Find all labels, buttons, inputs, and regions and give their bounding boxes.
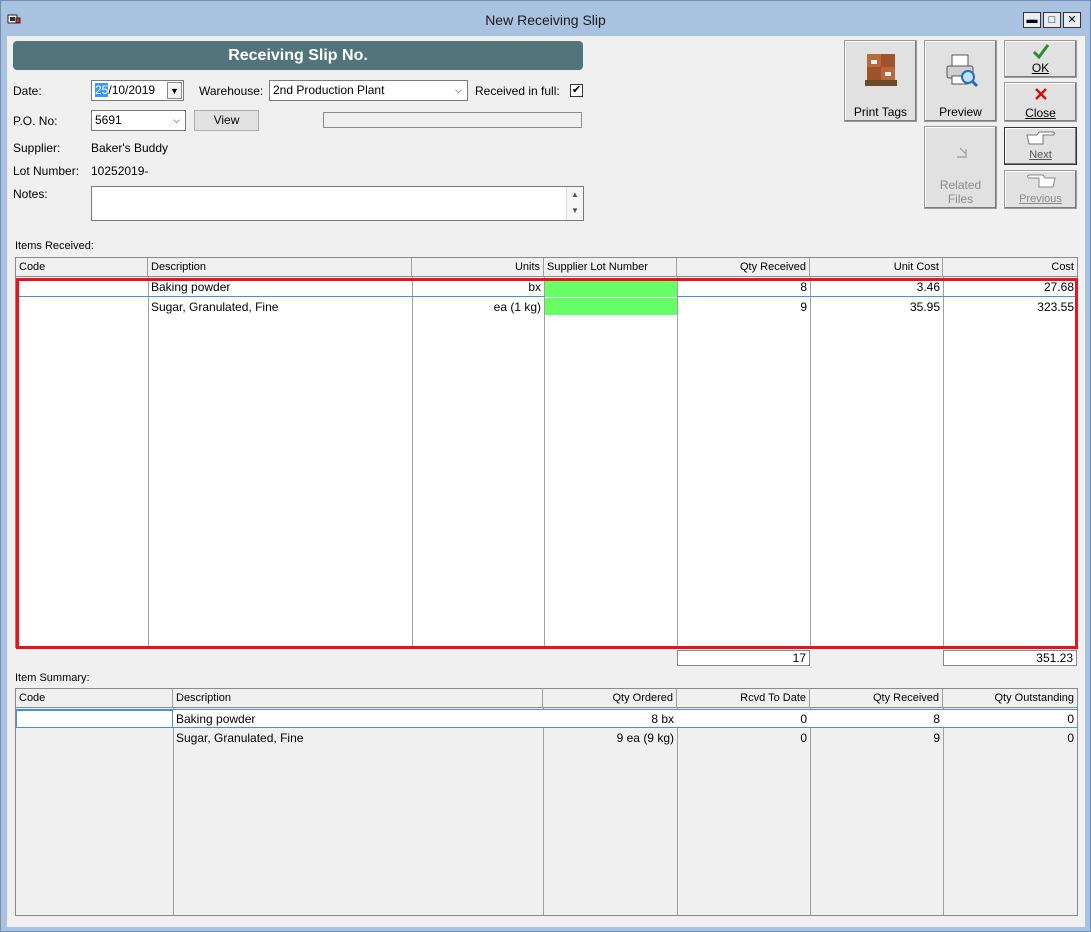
scroll-down-icon[interactable]: ▼	[567, 203, 583, 219]
received-in-full-checkbox[interactable]: ✔	[570, 84, 583, 97]
previous-label: Previous	[1019, 193, 1062, 205]
next-label: Next	[1029, 149, 1052, 161]
po-label: P.O. No:	[13, 114, 58, 128]
received-in-full-label: Received in full:	[475, 84, 560, 98]
col-qty-ordered[interactable]: Qty Ordered	[543, 689, 677, 708]
cell-rcvd-to-date[interactable]: 0	[677, 710, 810, 729]
supplier-label: Supplier:	[13, 141, 61, 155]
col-code[interactable]: Code	[16, 258, 148, 277]
client-area: Receiving Slip No. Date: 25/10/2019 ▼ Wa…	[7, 36, 1085, 927]
col-units[interactable]: Units	[412, 258, 544, 277]
po-select[interactable]: 5691 ⌵	[91, 110, 186, 131]
close-button[interactable]: Close	[1004, 82, 1077, 122]
chevron-down-icon[interactable]: ⌵	[451, 82, 466, 99]
print-tags-label: Print Tags	[853, 105, 908, 119]
items-received-header: Code Description Units Supplier Lot Numb…	[16, 258, 1077, 277]
next-button[interactable]: Next	[1004, 127, 1077, 165]
col-cost[interactable]: Cost	[943, 258, 1077, 277]
col-description[interactable]: Description	[173, 689, 543, 708]
receiving-slip-window: New Receiving Slip ▬ □ ✕ Receiving Slip …	[0, 0, 1091, 932]
warehouse-label: Warehouse:	[199, 84, 264, 98]
notes-label: Notes:	[13, 187, 48, 201]
item-summary-header: Code Description Qty Ordered Rcvd To Dat…	[16, 689, 1077, 708]
preview-label: Preview	[939, 105, 982, 119]
chevron-down-icon[interactable]: ▼	[167, 82, 182, 99]
view-po-button[interactable]: View	[194, 110, 259, 131]
cell-qty-outstanding[interactable]: 0	[943, 710, 1077, 729]
related-files-button[interactable]: Related Files	[924, 126, 997, 209]
col-supplier-lot[interactable]: Supplier Lot Number	[544, 258, 677, 277]
items-received-label: Items Received:	[15, 240, 94, 252]
printer-preview-icon	[946, 54, 979, 88]
item-summary-grid[interactable]: Code Description Qty Ordered Rcvd To Dat…	[15, 688, 1078, 916]
lot-number-value: 10252019-	[91, 164, 149, 178]
pointing-hand-right-icon	[1026, 131, 1055, 145]
ok-button[interactable]: OK	[1004, 40, 1077, 78]
window-close-button[interactable]: ✕	[1063, 12, 1081, 28]
date-label: Date:	[13, 84, 42, 98]
cell-qty-ordered[interactable]: 9 ea (9 kg)	[543, 729, 677, 748]
checkmark-icon	[1032, 44, 1050, 59]
total-cost: 351.23	[943, 650, 1077, 666]
col-rcvd-to-date[interactable]: Rcvd To Date	[677, 689, 810, 708]
cell-code[interactable]	[16, 729, 173, 748]
date-day-selected: 25	[95, 83, 109, 97]
notes-field[interactable]: ▲ ▼	[91, 186, 584, 221]
cell-qty-received[interactable]: 8	[810, 710, 943, 729]
col-code[interactable]: Code	[16, 689, 173, 708]
notes-scrollbar[interactable]: ▲ ▼	[566, 187, 583, 220]
date-picker[interactable]: 25/10/2019 ▼	[91, 80, 184, 101]
progress-bar	[323, 112, 582, 128]
previous-button[interactable]: Previous	[1004, 170, 1077, 209]
pointing-hand-left-icon	[1027, 174, 1056, 188]
col-description[interactable]: Description	[148, 258, 412, 277]
print-tags-button[interactable]: Print Tags	[844, 40, 917, 122]
close-label: Close	[1025, 106, 1056, 120]
cell-description[interactable]: Sugar, Granulated, Fine	[173, 729, 543, 748]
date-rest: /10/2019	[108, 83, 156, 97]
window-title: New Receiving Slip	[485, 12, 606, 28]
col-qty-received[interactable]: Qty Received	[677, 258, 810, 277]
table-row[interactable]: Sugar, Granulated, Fine 9 ea (9 kg) 0 9 …	[16, 729, 1077, 748]
po-value: 5691	[95, 113, 122, 127]
page-title: Receiving Slip No.	[13, 41, 583, 70]
cell-rcvd-to-date[interactable]: 0	[677, 729, 810, 748]
col-qty-received[interactable]: Qty Received	[810, 689, 943, 708]
minimize-button[interactable]: ▬	[1023, 12, 1041, 28]
related-files-label-1: Related	[939, 178, 982, 192]
warehouse-select[interactable]: 2nd Production Plant ⌵	[269, 80, 468, 101]
chevron-down-icon[interactable]: ⌵	[169, 112, 184, 129]
cell-description[interactable]: Baking powder	[173, 710, 543, 729]
table-row[interactable]: Baking powder 8 bx 0 8 0	[16, 709, 1077, 728]
cell-qty-received[interactable]: 9	[810, 729, 943, 748]
total-qty-received: 17	[677, 650, 810, 666]
col-qty-outstanding[interactable]: Qty Outstanding	[943, 689, 1077, 708]
cell-qty-ordered[interactable]: 8 bx	[543, 710, 677, 729]
supplier-value: Baker's Buddy	[91, 141, 168, 155]
preview-button[interactable]: Preview	[924, 40, 997, 122]
related-files-label-2: Files	[947, 192, 974, 206]
maximize-button[interactable]: □	[1043, 12, 1061, 28]
red-x-icon	[1035, 88, 1047, 100]
pallet-boxes-icon	[865, 54, 897, 86]
warehouse-value: 2nd Production Plant	[273, 83, 385, 97]
ok-label: OK	[1031, 61, 1050, 75]
selection-highlight	[16, 278, 1078, 649]
lot-number-label: Lot Number:	[13, 164, 80, 178]
col-unit-cost[interactable]: Unit Cost	[810, 258, 943, 277]
title-bar: New Receiving Slip ▬ □ ✕	[1, 1, 1090, 37]
scroll-up-icon[interactable]: ▲	[567, 187, 583, 203]
cell-qty-outstanding[interactable]: 0	[943, 729, 1077, 748]
document-arrow-icon	[957, 147, 967, 158]
cell-code[interactable]	[16, 710, 173, 728]
item-summary-label: Item Summary:	[15, 672, 90, 684]
